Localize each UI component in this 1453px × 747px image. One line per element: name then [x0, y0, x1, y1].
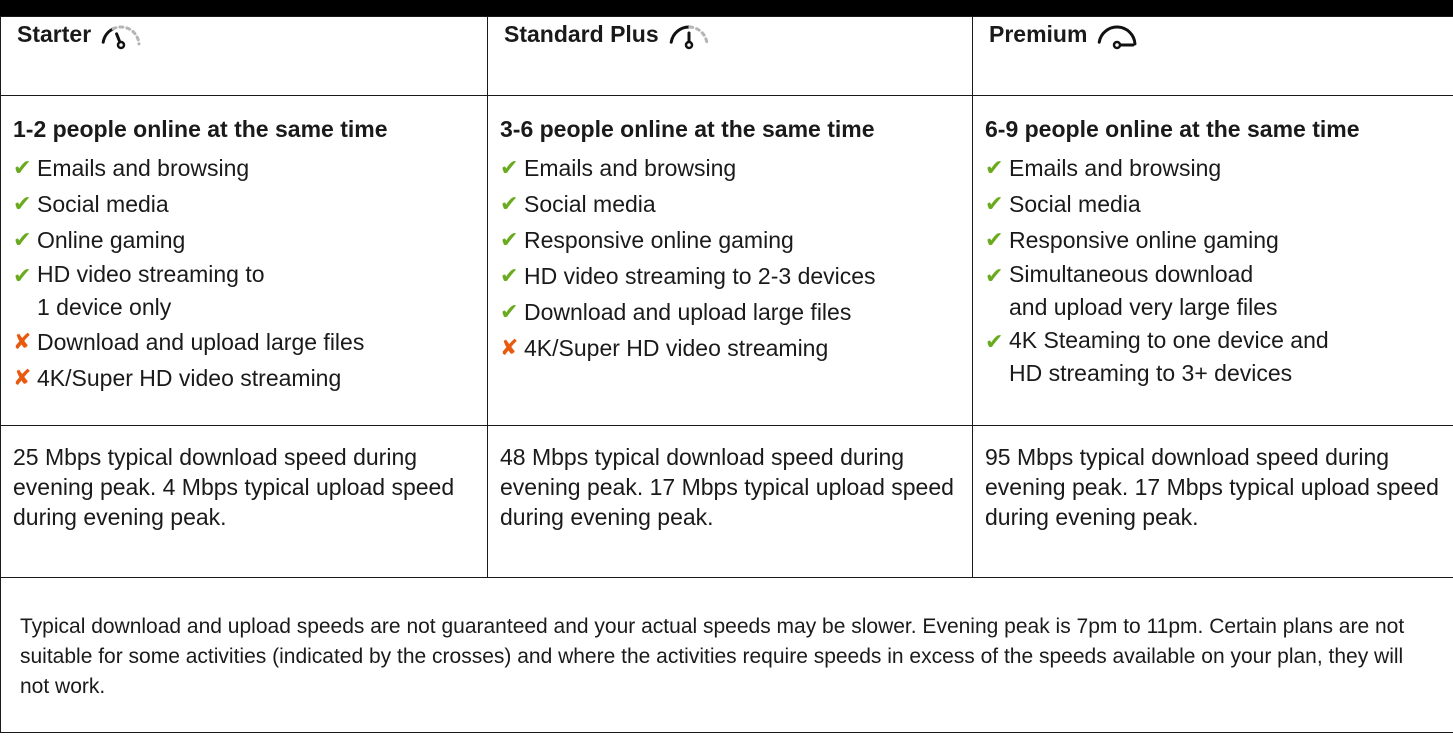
feature-text: Download and upload large files: [37, 329, 365, 355]
feature-item: ✔ Emails and browsing: [13, 150, 475, 186]
gauge-active-arc: [669, 25, 692, 44]
gauge-hub: [116, 40, 126, 50]
feature-text: 4K/Super HD video streaming: [37, 365, 342, 391]
feature-item: ✘ Download and upload large files: [13, 324, 475, 360]
feature-text: Download and upload large files: [524, 299, 852, 325]
feature-item: ✔ Simultaneous download and upload very l…: [985, 258, 1441, 324]
check-icon: ✔: [985, 329, 1004, 354]
plan-comparison-table: Starter Standard Plus Premium 1-2 people…: [0, 16, 1453, 733]
feature-item: ✔ 4K Steaming to one device and HD stream…: [985, 324, 1441, 390]
feature-item: ✔ Responsive online gaming: [985, 222, 1441, 258]
feature-text: Simultaneous download and upload very la…: [1009, 261, 1278, 320]
plan-header-cell: Starter: [0, 16, 488, 96]
feature-text: Social media: [37, 191, 169, 217]
check-icon: ✔: [13, 155, 32, 180]
plan-speed-text: 95 Mbps typical download speed during ev…: [972, 425, 1453, 578]
plan-speed-row: 25 Mbps typical download speed during ev…: [0, 425, 1453, 578]
plan-name: Premium: [989, 20, 1088, 47]
speed-gauge-medium-icon: [669, 25, 709, 50]
plan-features-cell: 3-6 people online at the same time ✔ Emai…: [487, 95, 973, 426]
feature-item: ✔ Social media: [985, 186, 1441, 222]
check-icon: ✔: [500, 227, 519, 252]
plan-capacity-title: 1-2 people online at the same time: [13, 116, 388, 142]
check-icon: ✔: [500, 299, 519, 324]
cross-icon: ✘: [13, 365, 32, 390]
feature-list: ✔ Emails and browsing ✔ Social media ✔ Respon…: [500, 150, 960, 366]
cross-icon: ✘: [13, 329, 32, 354]
feature-list: ✔ Emails and browsing ✔ Social media ✔ Respon…: [985, 150, 1441, 390]
feature-item: ✔ Social media: [13, 186, 475, 222]
plan-header-cell: Standard Plus: [487, 16, 973, 96]
feature-item: ✔ Download and upload large files: [500, 294, 960, 330]
check-icon: ✔: [985, 227, 1004, 252]
feature-text: HD video streaming to 2-3 devices: [524, 263, 876, 289]
feature-text: Online gaming: [37, 227, 186, 253]
feature-item: ✔ Social media: [500, 186, 960, 222]
check-icon: ✔: [500, 191, 519, 216]
feature-text: Emails and browsing: [37, 155, 250, 181]
footnote-row: Typical download and upload speeds are n…: [0, 577, 1453, 733]
footnote-text: Typical download and upload speeds are n…: [0, 577, 1453, 733]
gauge-remaining-arc: [688, 25, 709, 46]
plan-features-cell: 1-2 people online at the same time ✔ Emai…: [0, 95, 488, 426]
feature-item: ✔ Responsive online gaming: [500, 222, 960, 258]
check-icon: ✔: [500, 155, 519, 180]
feature-text: 4K/Super HD video streaming: [524, 335, 829, 361]
feature-text: Social media: [524, 191, 656, 217]
feature-text: Emails and browsing: [1009, 155, 1222, 181]
feature-item: ✔ HD video streaming to 1 device only: [13, 258, 475, 324]
plan-speed-text: 48 Mbps typical download speed during ev…: [487, 425, 973, 578]
plan-features-row: 1-2 people online at the same time ✔ Emai…: [0, 95, 1453, 426]
cross-icon: ✘: [500, 335, 519, 360]
feature-item: ✘ 4K/Super HD video streaming: [500, 330, 960, 366]
gauge-active-arc: [101, 27, 115, 44]
check-icon: ✔: [985, 263, 1004, 288]
feature-text: Social media: [1009, 191, 1141, 217]
feature-item: ✔ Online gaming: [13, 222, 475, 258]
plan-speed-text: 25 Mbps typical download speed during ev…: [0, 425, 488, 578]
feature-text: Responsive online gaming: [524, 227, 794, 253]
check-icon: ✔: [500, 263, 519, 288]
plan-name: Standard Plus: [504, 20, 659, 47]
feature-item: ✔ HD video streaming to 2-3 devices: [500, 258, 960, 294]
top-black-bar: [0, 0, 1453, 16]
gauge-hub: [1113, 40, 1122, 50]
gauge-hub: [684, 40, 693, 50]
feature-item: ✔ Emails and browsing: [500, 150, 960, 186]
feature-text: Emails and browsing: [524, 155, 737, 181]
feature-item: ✔ Emails and browsing: [985, 150, 1441, 186]
plan-name: Starter: [17, 20, 92, 47]
speed-gauge-low-icon: [101, 25, 141, 50]
plan-header-row: Starter Standard Plus Premium: [0, 16, 1453, 96]
check-icon: ✔: [13, 263, 32, 288]
speed-gauge-high-icon: [1098, 25, 1137, 50]
plan-features-cell: 6-9 people online at the same time ✔ Emai…: [972, 95, 1453, 426]
feature-text: 4K Steaming to one device and HD streami…: [1009, 327, 1329, 386]
plan-header-cell: Premium: [972, 16, 1453, 96]
check-icon: ✔: [985, 191, 1004, 216]
plan-capacity-title: 3-6 people online at the same time: [500, 116, 875, 142]
feature-text: Responsive online gaming: [1009, 227, 1279, 253]
check-icon: ✔: [985, 155, 1004, 180]
feature-text: HD video streaming to 1 device only: [37, 261, 265, 320]
plan-capacity-title: 6-9 people online at the same time: [985, 116, 1360, 142]
check-icon: ✔: [13, 227, 32, 252]
check-icon: ✔: [13, 191, 32, 216]
feature-list: ✔ Emails and browsing ✔ Social media ✔ Online…: [13, 150, 475, 396]
feature-item: ✘ 4K/Super HD video streaming: [13, 360, 475, 396]
